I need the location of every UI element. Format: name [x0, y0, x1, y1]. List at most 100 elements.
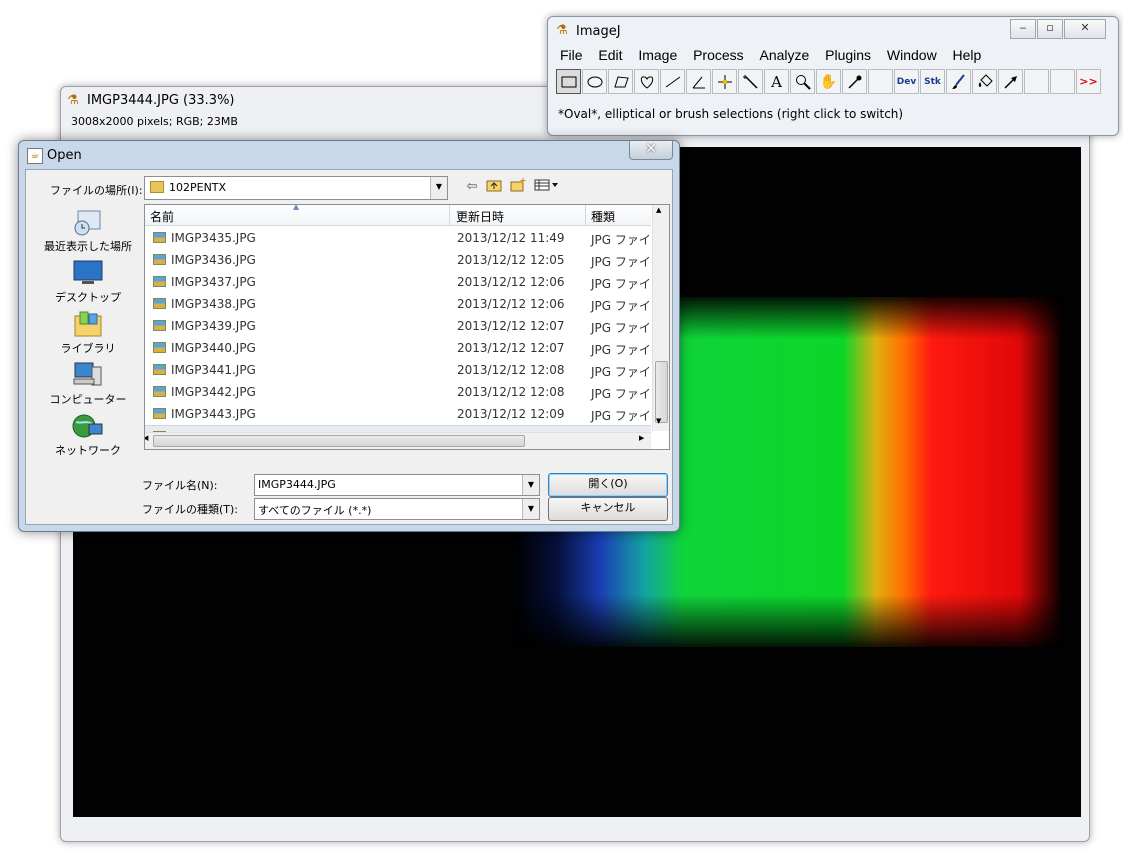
horizontal-scrollbar[interactable]: ◀ ▶: [145, 432, 651, 449]
file-row[interactable]: IMGP3440.JPG 2013/12/12 12:07 JPG ファイ: [145, 337, 651, 359]
scroll-up-icon[interactable]: ▲: [656, 206, 661, 214]
point-tool-icon[interactable]: [712, 69, 737, 94]
column-separator[interactable]: [449, 205, 450, 225]
scroll-thumb[interactable]: [655, 361, 668, 423]
rectangle-tool-icon[interactable]: [556, 69, 581, 94]
dev-tool-button[interactable]: Dev: [894, 69, 919, 94]
place-computer[interactable]: コンピューター: [34, 361, 142, 407]
recent-places-icon: [72, 208, 104, 236]
filename-field[interactable]: IMGP3444.JPG ▼: [254, 474, 540, 496]
line-tool-icon[interactable]: [660, 69, 685, 94]
polygon-tool-icon[interactable]: [608, 69, 633, 94]
cancel-button[interactable]: キャンセル: [548, 497, 668, 521]
back-icon[interactable]: ⇦: [462, 178, 482, 196]
dialog-close-button[interactable]: ✕: [629, 141, 673, 160]
close-icon[interactable]: ✕: [1064, 19, 1106, 39]
menu-window[interactable]: Window: [881, 45, 943, 65]
file-name: IMGP3441.JPG: [171, 363, 256, 377]
stk-tool-button[interactable]: Stk: [920, 69, 945, 94]
file-type: JPG ファイ: [591, 409, 651, 423]
sort-ascending-icon: ▲: [293, 204, 300, 211]
java-cup-icon: ☕: [27, 148, 43, 164]
text-tool-icon[interactable]: A: [764, 69, 789, 94]
file-name: IMGP3436.JPG: [171, 253, 256, 267]
place-desktop[interactable]: デスクトップ: [34, 259, 142, 305]
place-label: コンピューター: [49, 393, 127, 406]
scroll-left-icon[interactable]: ◀: [145, 434, 148, 442]
menu-image[interactable]: Image: [632, 45, 683, 65]
menu-edit[interactable]: Edit: [592, 45, 628, 65]
chevron-down-icon[interactable]: ▼: [522, 499, 539, 519]
file-type: JPG ファイ: [591, 387, 651, 401]
file-name: IMGP3440.JPG: [171, 341, 256, 355]
imagej-microscope-icon: ⚗: [556, 23, 568, 38]
file-row[interactable]: IMGP3436.JPG 2013/12/12 12:05 JPG ファイ: [145, 249, 651, 271]
file-row[interactable]: IMGP3442.JPG 2013/12/12 12:08 JPG ファイ: [145, 381, 651, 403]
filetype-label: ファイルの種類(T):: [142, 503, 239, 516]
menu-help[interactable]: Help: [947, 45, 988, 65]
menu-plugins[interactable]: Plugins: [819, 45, 877, 65]
file-list[interactable]: 名前 ▲ 更新日時 種類 IMGP3435.JPG 2013/12/12 11:4…: [144, 204, 670, 450]
dialog-title: Open: [47, 148, 82, 163]
place-label: 最近表示した場所: [44, 240, 132, 253]
scroll-right-icon[interactable]: ▶: [639, 434, 644, 442]
place-network[interactable]: ネットワーク: [34, 412, 142, 458]
angle-tool-icon[interactable]: [686, 69, 711, 94]
file-row[interactable]: IMGP3437.JPG 2013/12/12 12:06 JPG ファイ: [145, 271, 651, 293]
hand-tool-icon[interactable]: ✋: [816, 69, 841, 94]
status-bar-text: *Oval*, elliptical or brush selections (…: [558, 107, 904, 121]
column-name[interactable]: 名前: [150, 208, 174, 225]
place-library[interactable]: ライブラリ: [34, 310, 142, 356]
file-row[interactable]: IMGP3435.JPG 2013/12/12 11:49 JPG ファイ: [145, 227, 651, 249]
brush-tool-icon[interactable]: [946, 69, 971, 94]
file-type: JPG ファイ: [591, 233, 651, 247]
jpg-file-icon: [153, 408, 166, 419]
file-row[interactable]: IMGP3439.JPG 2013/12/12 12:07 JPG ファイ: [145, 315, 651, 337]
file-row[interactable]: IMGP3438.JPG 2013/12/12 12:06 JPG ファイ: [145, 293, 651, 315]
file-modified: 2013/12/12 12:09: [457, 407, 565, 421]
image-window-title: IMGP3444.JPG (33.3%): [87, 93, 235, 108]
file-row[interactable]: IMGP3441.JPG 2013/12/12 12:08 JPG ファイ: [145, 359, 651, 381]
freehand-tool-icon[interactable]: [634, 69, 659, 94]
file-modified: 2013/12/12 11:49: [457, 231, 565, 245]
chevron-down-icon[interactable]: ▼: [430, 177, 447, 199]
place-recent[interactable]: 最近表示した場所: [34, 208, 142, 254]
menu-process[interactable]: Process: [687, 45, 750, 65]
menu-file[interactable]: File: [554, 45, 589, 65]
view-menu-icon[interactable]: [532, 178, 562, 196]
imagej-main-window[interactable]: ⚗ ImageJ ‒ ▫ ✕ File Edit Image Process A…: [547, 16, 1119, 136]
file-type: JPG ファイ: [591, 299, 651, 313]
open-file-dialog[interactable]: ☕ Open ✕ ファイルの場所(I): 102PENTX ▼ ⇦ 最近表示した…: [18, 140, 680, 532]
file-modified: 2013/12/12 12:07: [457, 319, 565, 333]
filename-label: ファイル名(N):: [142, 479, 218, 492]
magnifier-tool-icon[interactable]: [790, 69, 815, 94]
filetype-select[interactable]: すべてのファイル (*.*) ▼: [254, 498, 540, 520]
chevron-down-icon[interactable]: ▼: [522, 475, 539, 495]
menu-analyze[interactable]: Analyze: [754, 45, 816, 65]
look-in-combo[interactable]: 102PENTX ▼: [144, 176, 448, 200]
file-row[interactable]: IMGP3443.JPG 2013/12/12 12:09 JPG ファイ: [145, 403, 651, 425]
scroll-thumb[interactable]: [153, 435, 525, 447]
file-modified: 2013/12/12 12:08: [457, 363, 565, 377]
dropper-tool-icon[interactable]: [842, 69, 867, 94]
more-tools-button[interactable]: >>: [1076, 69, 1101, 94]
imagej-title: ImageJ: [576, 24, 621, 39]
up-folder-icon[interactable]: [484, 178, 504, 196]
wand-tool-icon[interactable]: [738, 69, 763, 94]
maximize-icon[interactable]: ▫: [1037, 19, 1063, 39]
scroll-down-icon[interactable]: ▼: [656, 417, 661, 425]
minimize-icon[interactable]: ‒: [1010, 19, 1036, 39]
column-modified[interactable]: 更新日時: [456, 208, 504, 225]
column-type[interactable]: 種類: [591, 208, 615, 225]
arrow-tool-icon[interactable]: [998, 69, 1023, 94]
image-info-text: 3008x2000 pixels; RGB; 23MB: [71, 115, 238, 128]
oval-tool-icon[interactable]: [582, 69, 607, 94]
new-folder-icon[interactable]: [508, 178, 528, 196]
flood-fill-tool-icon[interactable]: [972, 69, 997, 94]
open-button[interactable]: 開く(O): [548, 473, 668, 497]
desktop-icon: [72, 259, 104, 287]
file-name: IMGP3437.JPG: [171, 275, 256, 289]
blank-tool-slot: [1050, 69, 1075, 94]
column-separator[interactable]: [585, 205, 586, 225]
vertical-scrollbar[interactable]: ▲ ▼: [652, 205, 669, 431]
